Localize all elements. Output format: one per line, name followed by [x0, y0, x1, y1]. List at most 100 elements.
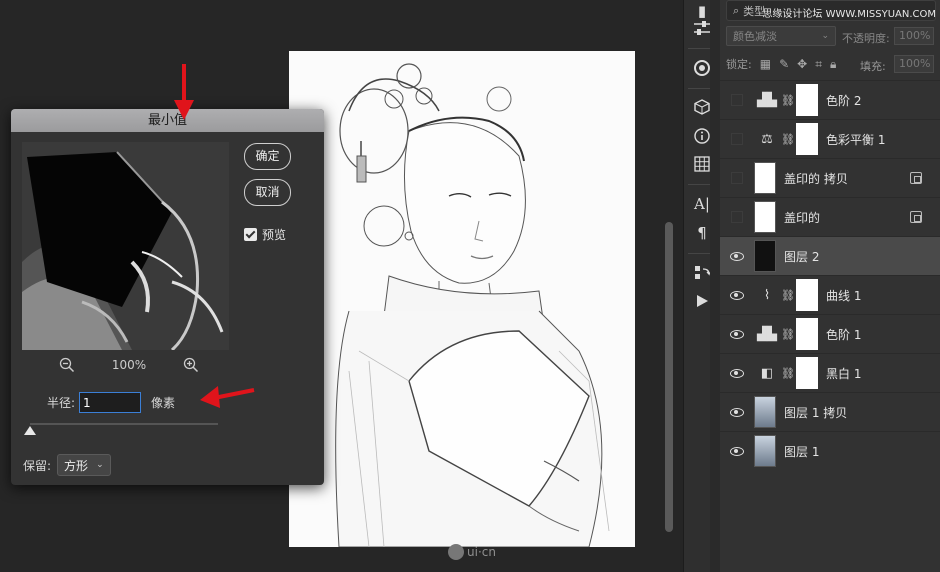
layer-row[interactable]: ◧ ⛓ 黑白 1 [720, 353, 940, 392]
panel-scrollbar[interactable] [710, 0, 720, 572]
layer-name[interactable]: 色彩平衡 1 [826, 131, 885, 148]
link-icon[interactable]: ⛓ [780, 289, 796, 302]
visibility-toggle[interactable] [720, 237, 754, 276]
layer-mask-thumbnail[interactable] [796, 318, 818, 350]
visibility-toggle[interactable] [720, 276, 754, 315]
radius-unit: 像素 [151, 396, 176, 410]
preserve-row: 保留: 方形 ⌄ [23, 454, 111, 476]
dialog-title[interactable]: 最小值 [11, 109, 324, 132]
eye-hidden-icon [731, 172, 743, 184]
radius-input[interactable] [79, 392, 142, 413]
cancel-button[interactable]: 取消 [244, 179, 291, 206]
visibility-toggle[interactable] [720, 354, 754, 393]
layer-mask-thumbnail[interactable] [796, 357, 818, 389]
canvas-scrollbar[interactable] [665, 222, 673, 532]
visibility-toggle[interactable] [720, 159, 754, 198]
smart-object-icon [910, 172, 922, 184]
layer-name[interactable]: 图层 1 [784, 443, 819, 460]
lock-artboard-icon[interactable]: ⌗ [815, 57, 822, 72]
blend-mode-select[interactable]: 颜色减淡 ⌄ [726, 26, 836, 46]
lock-all-icon[interactable]: 🔒︎ [830, 57, 836, 72]
layer-thumbnail[interactable] [754, 162, 776, 194]
layers-panel: ⌕ 类型 思缘设计论坛 WWW.MISSYUAN.COM 颜色减淡 ⌄ 不透明度… [720, 0, 940, 572]
ok-button[interactable]: 确定 [244, 143, 291, 170]
lock-transparent-icon[interactable]: ▦ [760, 57, 771, 71]
link-icon[interactable]: ⛓ [780, 367, 796, 380]
search-icon: ⌕ [733, 3, 740, 17]
black-white-icon: ◧ [760, 365, 774, 381]
layer-name[interactable]: 盖印的 拷贝 [784, 170, 848, 187]
blend-mode-value: 颜色减淡 [733, 30, 777, 43]
radius-label: 半径: [47, 396, 76, 410]
eye-icon [730, 290, 744, 300]
visibility-toggle[interactable] [720, 81, 754, 120]
link-icon[interactable]: ⛓ [780, 328, 796, 341]
ui-logo-icon [448, 544, 464, 560]
canvas-watermark: ui·cn [448, 544, 496, 560]
fill-label: 填充: [860, 60, 886, 73]
zoom-level: 100% [111, 358, 147, 372]
layer-row[interactable]: 图层 2 [720, 236, 940, 275]
layer-name[interactable]: 曲线 1 [826, 287, 861, 304]
eye-hidden-icon [731, 211, 743, 223]
eye-hidden-icon [731, 133, 743, 145]
layer-mask-thumbnail[interactable] [796, 123, 818, 155]
preserve-select[interactable]: 方形 ⌄ [57, 454, 111, 476]
layer-mask-thumbnail[interactable] [796, 84, 818, 116]
lock-row: 锁定: ▦ ✎ ✥ ⌗ 🔒︎ [726, 56, 836, 72]
eye-hidden-icon [731, 94, 743, 106]
link-icon[interactable]: ⛓ [780, 133, 796, 146]
layer-name[interactable]: 色阶 1 [826, 326, 861, 343]
layer-thumbnail[interactable] [754, 435, 776, 467]
layer-row[interactable]: 图层 1 [720, 431, 940, 470]
curves-icon: ⌇ [763, 287, 771, 303]
fill-field[interactable]: 100% [894, 55, 934, 73]
layer-name[interactable]: 图层 1 拷贝 [784, 404, 847, 421]
radius-slider-track[interactable] [30, 423, 218, 425]
opacity-field[interactable]: 100% [894, 27, 934, 45]
visibility-toggle[interactable] [720, 120, 754, 159]
preview-image [22, 142, 229, 350]
layer-row[interactable]: ⚖ ⛓ 色彩平衡 1 [720, 119, 940, 158]
document-canvas[interactable] [289, 51, 635, 547]
layer-thumbnail[interactable] [754, 240, 776, 272]
lock-paint-icon[interactable]: ✎ [779, 57, 789, 71]
visibility-toggle[interactable] [720, 315, 754, 354]
filter-preview[interactable] [22, 142, 229, 350]
layer-name[interactable]: 黑白 1 [826, 365, 861, 382]
layer-row[interactable]: 图层 1 拷贝 [720, 392, 940, 431]
link-icon[interactable]: ⛓ [780, 94, 796, 107]
levels-icon: ▟▙ [757, 92, 777, 108]
radius-slider-thumb[interactable] [24, 426, 36, 435]
layer-row[interactable]: ▟▙ ⛓ 色阶 1 [720, 314, 940, 353]
layer-row[interactable]: ▟▙ ⛓ 色阶 2 [720, 80, 940, 119]
layer-row[interactable]: 盖印的 [720, 197, 940, 236]
preserve-value: 方形 [64, 458, 89, 473]
visibility-toggle[interactable] [720, 393, 754, 432]
zoom-in-icon[interactable] [183, 357, 199, 373]
zoom-controls: 100% [59, 357, 199, 373]
layer-thumbnail[interactable] [754, 396, 776, 428]
layer-row[interactable]: ⌇ ⛓ 曲线 1 [720, 275, 940, 314]
arrow-left-icon [200, 386, 255, 408]
layer-thumbnail[interactable] [754, 201, 776, 233]
layer-row[interactable]: 盖印的 拷贝 [720, 158, 940, 197]
smart-object-icon [910, 211, 922, 223]
eye-icon [730, 446, 744, 456]
layer-name[interactable]: 盖印的 [784, 209, 820, 226]
preview-checkbox[interactable]: 预览 [244, 226, 286, 243]
layer-name[interactable]: 图层 2 [784, 248, 819, 265]
lock-position-icon[interactable]: ✥ [797, 57, 807, 71]
watermark-text: ui·cn [467, 545, 496, 559]
balance-icon: ⚖ [761, 131, 773, 147]
opacity-label: 不透明度: [842, 32, 890, 45]
eye-icon [730, 329, 744, 339]
layer-name[interactable]: 色阶 2 [826, 92, 861, 109]
zoom-out-icon[interactable] [59, 357, 75, 373]
visibility-toggle[interactable] [720, 198, 754, 237]
layer-mask-thumbnail[interactable] [796, 279, 818, 311]
visibility-toggle[interactable] [720, 432, 754, 471]
eye-icon [730, 407, 744, 417]
eye-icon [730, 368, 744, 378]
checkbox-checked-icon[interactable] [244, 228, 257, 241]
